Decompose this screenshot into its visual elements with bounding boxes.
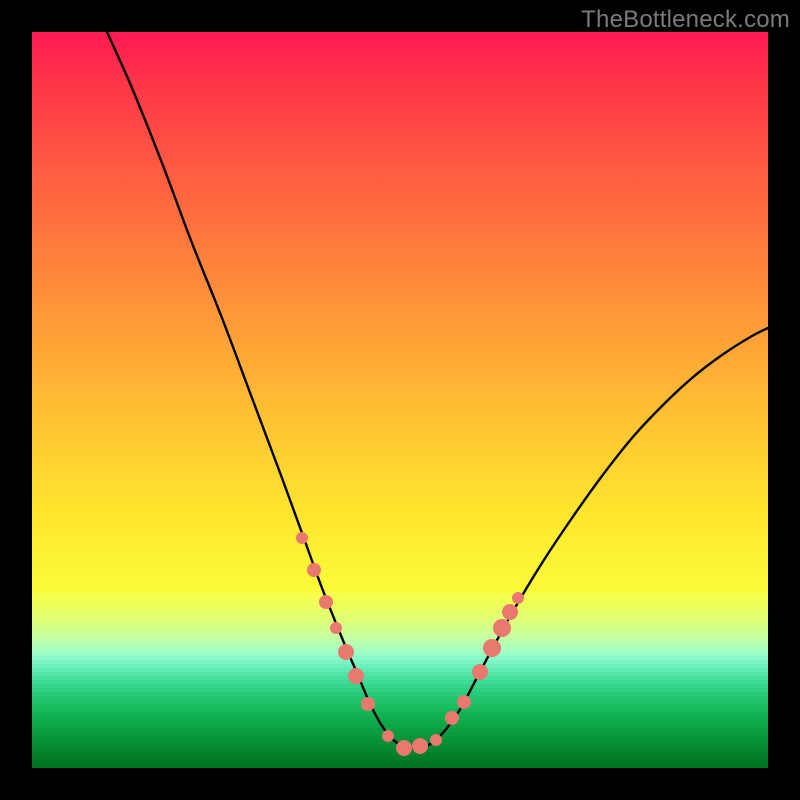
marker-dot bbox=[483, 639, 501, 657]
marker-dot bbox=[512, 592, 524, 604]
plot-area bbox=[32, 32, 768, 768]
chart-frame: TheBottleneck.com bbox=[0, 0, 800, 800]
marker-dot bbox=[338, 644, 354, 660]
marker-dot bbox=[493, 619, 511, 637]
marker-dot bbox=[412, 738, 428, 754]
marker-dot bbox=[396, 740, 412, 756]
marker-dot bbox=[319, 595, 333, 609]
marker-dot bbox=[296, 532, 308, 544]
marker-dot bbox=[430, 734, 442, 746]
marker-dot bbox=[445, 711, 459, 725]
marker-dot bbox=[502, 604, 518, 620]
curve-layer bbox=[32, 32, 768, 768]
marker-dot bbox=[330, 622, 342, 634]
marker-dot bbox=[382, 730, 394, 742]
marker-dot bbox=[348, 668, 364, 684]
marker-dot bbox=[457, 695, 471, 709]
marker-dot bbox=[307, 563, 321, 577]
bottleneck-curve bbox=[107, 32, 768, 748]
watermark-text: TheBottleneck.com bbox=[581, 6, 790, 34]
marker-dots-group bbox=[296, 532, 524, 756]
marker-dot bbox=[361, 697, 375, 711]
marker-dot bbox=[472, 664, 488, 680]
